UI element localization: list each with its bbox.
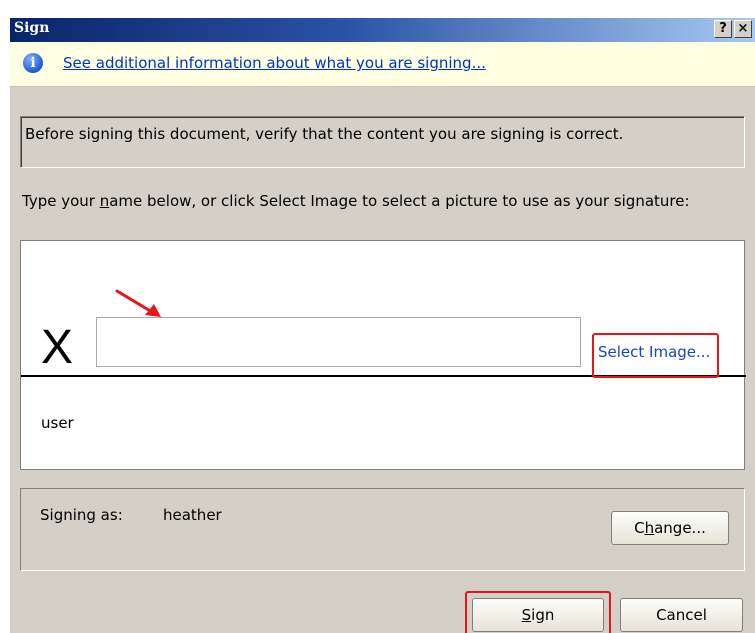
red-arrow-pointer <box>115 289 161 317</box>
change-button[interactable]: Change... <box>611 511 729 545</box>
signature-name-input[interactable] <box>96 317 581 367</box>
cancel-button[interactable]: Cancel <box>620 598 743 632</box>
help-button[interactable]: ? <box>714 20 732 38</box>
verify-message: Before signing this document, verify tha… <box>25 125 624 143</box>
close-button[interactable]: × <box>734 20 752 38</box>
sign-dialog: Sign ? × i See additional information ab… <box>10 18 755 633</box>
signing-as-name: heather <box>163 506 222 524</box>
window-title: Sign <box>14 20 50 36</box>
signature-panel: X Select Image... user <box>20 240 746 470</box>
sign-button-highlight <box>465 591 611 633</box>
signature-x-mark: X <box>41 321 74 374</box>
signing-as-label: Signing as: <box>40 506 123 524</box>
additional-info-link[interactable]: See additional information about what yo… <box>63 54 486 72</box>
signature-instruction: Type your name below, or click Select Im… <box>22 192 690 210</box>
verify-message-box: Before signing this document, verify tha… <box>20 116 745 168</box>
signing-as-box: Signing as: heather Change... <box>20 488 745 571</box>
name-mnemonic: n <box>99 192 110 210</box>
select-image-highlight <box>592 333 719 378</box>
info-bar: i See additional information about what … <box>10 42 755 87</box>
title-bar: Sign ? × <box>10 18 755 42</box>
info-icon: i <box>23 53 43 73</box>
signer-caption: user <box>41 414 74 432</box>
